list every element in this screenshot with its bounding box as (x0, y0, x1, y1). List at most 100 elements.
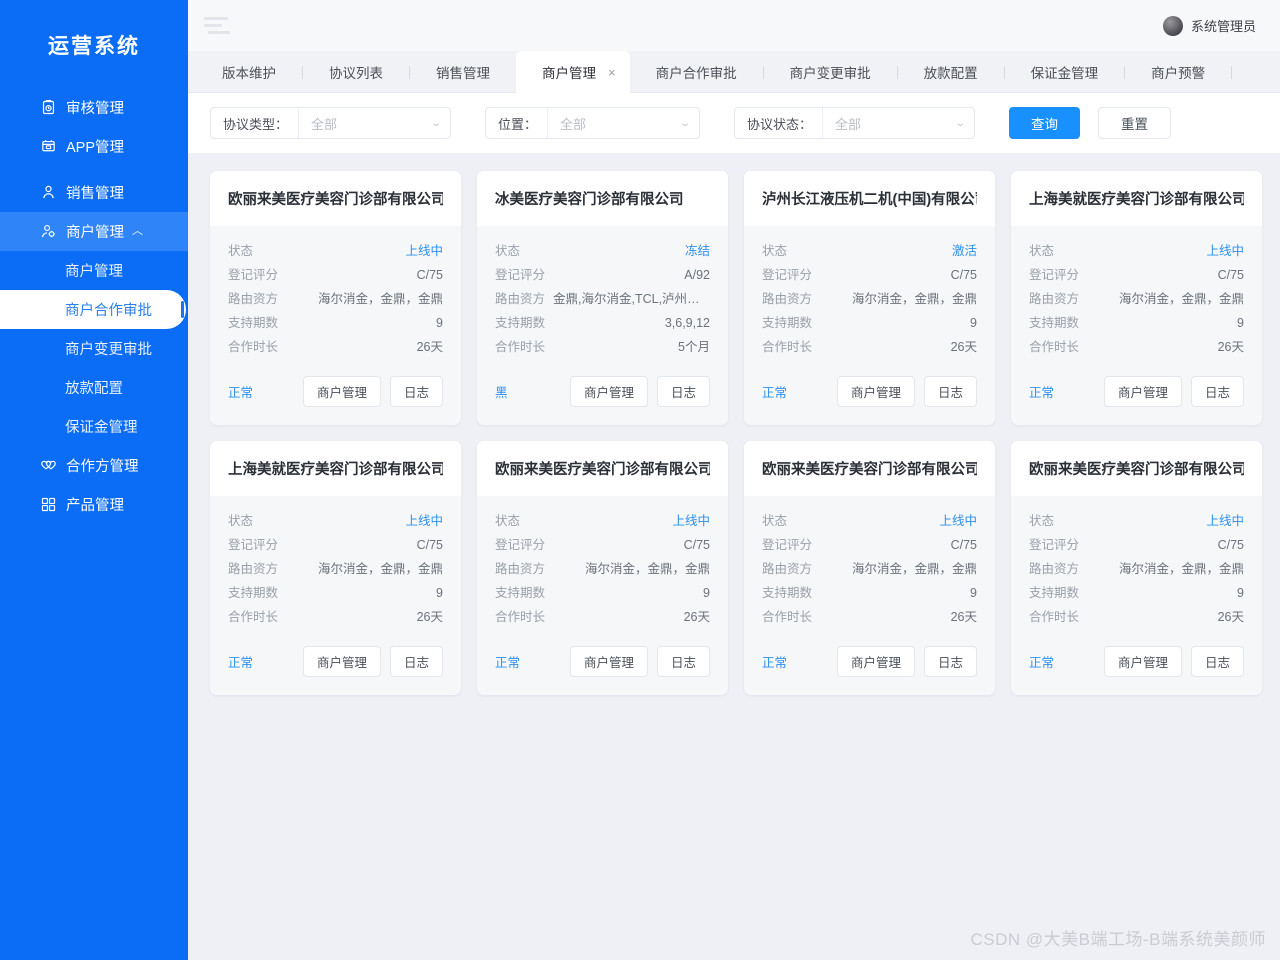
status-badge: 上线中 (405, 514, 443, 528)
user-sales-icon (40, 184, 57, 201)
field-score: 登记评分 A/92 (495, 264, 710, 288)
merchant-card[interactable]: 欧丽来美医疗美容门诊部有限公司 状态 上线中 登记评分 C/75 路由资方 海尔… (477, 441, 728, 695)
card-body: 状态 冻结 登记评分 A/92 路由资方 金鼎,海尔消金,TCL,泸州银行 支持… (477, 226, 728, 360)
merchant-manage-button[interactable]: 商户管理 (1103, 646, 1182, 677)
sidebar-item-partner[interactable]: 合作方管理 (0, 446, 188, 485)
merchant-manage-button[interactable]: 商户管理 (569, 376, 648, 407)
field-terms: 支持期数 9 (228, 582, 443, 606)
merchant-card[interactable]: 欧丽来美医疗美容门诊部有限公司 状态 上线中 登记评分 C/75 路由资方 海尔… (1011, 441, 1262, 695)
merchant-manage-button[interactable]: 商户管理 (302, 646, 381, 677)
tab-sales-management[interactable]: 销售管理 (410, 51, 516, 93)
field-value: 9 (970, 316, 977, 330)
card-header: 欧丽来美医疗美容门诊部有限公司 (210, 171, 461, 226)
status-badge: 上线中 (1206, 514, 1244, 528)
user-menu[interactable]: 系统管理员 (1162, 15, 1256, 36)
card-footer: 正常 商户管理 日志 (744, 630, 995, 695)
user-gear-icon (40, 223, 57, 240)
log-button[interactable]: 日志 (923, 646, 977, 677)
merchant-card[interactable]: 欧丽来美医疗美容门诊部有限公司 状态 上线中 登记评分 C/75 路由资方 海尔… (744, 441, 995, 695)
merchant-card-grid: 欧丽来美医疗美容门诊部有限公司 状态 上线中 登记评分 C/75 路由资方 海尔… (188, 153, 1280, 695)
flag-link[interactable]: 正常 (762, 382, 828, 401)
sidebar-subitem-label: 放款配置 (65, 381, 123, 397)
merchant-manage-button[interactable]: 商户管理 (302, 376, 381, 407)
sidebar-item-product[interactable]: 产品管理 (0, 485, 188, 524)
tab-merchant-alert[interactable]: 商户预警 (1125, 51, 1231, 93)
log-button[interactable]: 日志 (389, 376, 443, 407)
field-funder: 路由资方 海尔消金，金鼎，金鼎 (1029, 558, 1244, 582)
flag-link[interactable]: 正常 (1029, 652, 1095, 671)
search-button[interactable]: 查询 (1009, 107, 1081, 139)
position-select[interactable]: 全部 ⌄ (547, 108, 699, 138)
tab-loan-config[interactable]: 放款配置 (898, 51, 1004, 93)
field-value: C/75 (1217, 538, 1244, 552)
field-funder: 路由资方 海尔消金，金鼎，金鼎 (762, 558, 977, 582)
log-button[interactable]: 日志 (1190, 646, 1244, 677)
sidebar-subitem-merchant-manage[interactable]: 商户管理 (0, 251, 188, 290)
avatar (1162, 15, 1183, 36)
select-value: 全部 (311, 116, 338, 132)
card-header: 冰美医疗美容门诊部有限公司 (477, 171, 728, 226)
merchant-card[interactable]: 上海美就医疗美容门诊部有限公司 状态 上线中 登记评分 C/75 路由资方 海尔… (210, 441, 461, 695)
merchant-manage-button[interactable]: 商户管理 (569, 646, 648, 677)
field-value: 3,6,9,12 (664, 316, 710, 330)
tab-merchant-coop-approval[interactable]: 商户合作审批 (630, 51, 763, 93)
log-button[interactable]: 日志 (656, 646, 710, 677)
log-button[interactable]: 日志 (1190, 376, 1244, 407)
merchant-card[interactable]: 泸州长江液压机二机(中国)有限公司 状态 激活 登记评分 C/75 路由资方 海… (744, 171, 995, 425)
tab-deposit-management[interactable]: 保证金管理 (1005, 51, 1125, 93)
merchant-card[interactable]: 欧丽来美医疗美容门诊部有限公司 状态 上线中 登记评分 C/75 路由资方 海尔… (210, 171, 461, 425)
field-status: 状态 上线中 (228, 240, 443, 264)
agreement-status-select[interactable]: 全部 ⌄ (822, 108, 974, 138)
sidebar-item-sales[interactable]: 销售管理 (0, 173, 188, 212)
log-button[interactable]: 日志 (656, 376, 710, 407)
tab-merchant-management[interactable]: 商户管理 × (516, 51, 630, 93)
merchant-name: 冰美医疗美容门诊部有限公司 (495, 192, 684, 208)
close-icon[interactable]: × (608, 66, 616, 79)
tab-version-maintenance[interactable]: 版本维护 (196, 51, 302, 93)
sidebar-item-merchant[interactable]: 商户管理 ︿ (0, 212, 188, 251)
field-value: C/75 (683, 538, 710, 552)
field-duration: 合作时长 26天 (495, 606, 710, 630)
field-value: 海尔消金，金鼎，金鼎 (317, 292, 443, 306)
log-button[interactable]: 日志 (389, 646, 443, 677)
chevron-down-icon: ⌄ (429, 117, 442, 129)
field-label: 登记评分 (1029, 538, 1080, 552)
field-funder: 路由资方 海尔消金，金鼎，金鼎 (762, 288, 977, 312)
sidebar-subitem-label: 商户变更审批 (65, 342, 152, 358)
merchant-manage-button[interactable]: 商户管理 (836, 646, 915, 677)
field-terms: 支持期数 3,6,9,12 (495, 312, 710, 336)
flag-link[interactable]: 正常 (1029, 382, 1095, 401)
sidebar-item-app[interactable]: APP管理 (0, 127, 188, 166)
sidebar-item-audit[interactable]: 审核管理 (0, 88, 188, 127)
field-score: 登记评分 C/75 (762, 264, 977, 288)
watermark: CSDN @大美B端工场-B端系统美颜师 (970, 930, 1266, 949)
flag-link[interactable]: 正常 (495, 652, 561, 671)
log-button[interactable]: 日志 (923, 376, 977, 407)
sidebar-subitem-merchant-coop-approval[interactable]: 商户合作审批 (0, 290, 186, 329)
flag-link[interactable]: 正常 (762, 652, 828, 671)
field-label: 合作时长 (762, 610, 813, 624)
flag-link[interactable]: 正常 (228, 382, 294, 401)
field-terms: 支持期数 9 (762, 312, 977, 336)
merchant-card[interactable]: 冰美医疗美容门诊部有限公司 状态 冻结 登记评分 A/92 路由资方 金鼎,海尔… (477, 171, 728, 425)
merchant-manage-button[interactable]: 商户管理 (1103, 376, 1182, 407)
tab-agreement-list[interactable]: 协议列表 (303, 51, 409, 93)
merchant-card[interactable]: 上海美就医疗美容门诊部有限公司 状态 上线中 登记评分 C/75 路由资方 海尔… (1011, 171, 1262, 425)
card-body: 状态 上线中 登记评分 C/75 路由资方 海尔消金，金鼎，金鼎 支持期数 9 … (1011, 496, 1262, 630)
card-body: 状态 上线中 登记评分 C/75 路由资方 海尔消金，金鼎，金鼎 支持期数 9 … (210, 496, 461, 630)
sidebar-subitem-loan-config[interactable]: 放款配置 (0, 368, 188, 407)
flag-link[interactable]: 正常 (228, 652, 294, 671)
agreement-type-select[interactable]: 全部 ⌄ (298, 108, 450, 138)
reset-button[interactable]: 重置 (1098, 107, 1172, 139)
sidebar-subitem-deposit-manage[interactable]: 保证金管理 (0, 407, 188, 446)
field-value: A/92 (684, 268, 710, 282)
brand-title: 运营系统 (48, 35, 140, 58)
sidebar-subitem-merchant-change-approval[interactable]: 商户变更审批 (0, 329, 188, 368)
field-label: 支持期数 (1029, 316, 1080, 330)
hamburger-icon[interactable] (204, 17, 230, 34)
flag-link[interactable]: 黑 (495, 382, 561, 401)
field-score: 登记评分 C/75 (228, 534, 443, 558)
merchant-manage-button[interactable]: 商户管理 (836, 376, 915, 407)
tab-merchant-change-approval[interactable]: 商户变更审批 (764, 51, 897, 93)
